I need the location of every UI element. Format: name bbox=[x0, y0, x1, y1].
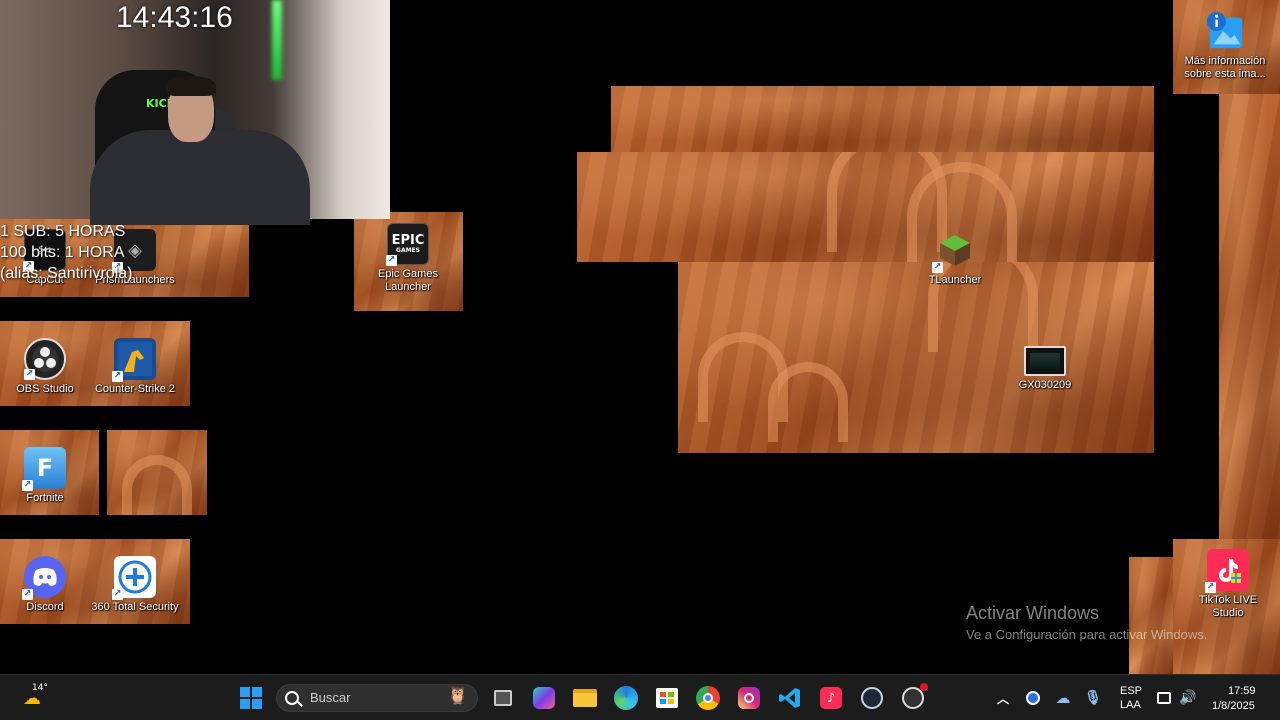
desktop-screen: KICK 14:43:16 ✂ ↗ CapCut ◈ ↗ PrismLauncher… bbox=[0, 0, 1280, 720]
search-highlight-icon: 🦉 bbox=[447, 686, 469, 706]
taskbar-store[interactable] bbox=[652, 683, 682, 713]
desktop-icon-fortnite[interactable]: F ↗ Fortnite bbox=[0, 437, 90, 517]
steam-icon bbox=[861, 687, 883, 709]
taskbar-m365[interactable] bbox=[529, 683, 559, 713]
shield-plus-icon: ↗ bbox=[112, 556, 156, 600]
tray-app-icon bbox=[1026, 691, 1040, 705]
obs-icon bbox=[902, 683, 928, 709]
taskbar-tiktok[interactable]: ♪ bbox=[816, 683, 846, 713]
wallpaper-patch-right-column bbox=[1219, 94, 1280, 539]
obs-icon: ↗ bbox=[24, 338, 66, 380]
desktop-icon-gx030209[interactable]: GX030209 bbox=[1000, 328, 1090, 408]
green-led-strip bbox=[272, 0, 282, 80]
desktop-icon-label: Más información sobre esta ima... bbox=[1184, 55, 1266, 80]
task-view-button[interactable] bbox=[488, 683, 518, 713]
task-view-icon bbox=[494, 690, 512, 706]
language-indicator[interactable]: ESP LAA bbox=[1114, 685, 1148, 713]
tray-overflow-button[interactable]: ︿ bbox=[991, 683, 1015, 713]
tray-app-1[interactable] bbox=[1021, 683, 1045, 713]
vscode-icon bbox=[779, 688, 800, 708]
epic-games-icon: EPIC GAMES ↗ bbox=[386, 223, 429, 266]
desktop-icon-label: OBS Studio bbox=[16, 383, 74, 395]
volume-button[interactable]: 🔊 bbox=[1176, 683, 1200, 713]
desktop-icon-label: TLauncher bbox=[928, 274, 982, 286]
language-layout: LAA bbox=[1120, 699, 1141, 711]
tray-microphone[interactable]: 🎙 bbox=[1081, 683, 1105, 713]
search-placeholder: Buscar bbox=[310, 690, 351, 705]
taskbar-steam[interactable] bbox=[857, 683, 887, 713]
taskbar-search[interactable]: Buscar 🦉 bbox=[276, 684, 478, 712]
desktop-icon-discord[interactable]: ↗ Discord bbox=[0, 546, 90, 626]
overlay-line: 1 SUB: 5 HORAS bbox=[0, 223, 126, 240]
tiktok-icon: ♪ bbox=[820, 687, 842, 709]
network-icon bbox=[1157, 692, 1171, 704]
desktop-icon-label: Epic Games Launcher bbox=[378, 268, 438, 293]
language-code: ESP bbox=[1120, 685, 1143, 697]
desktop-icon-tlauncher[interactable]: ↗ TLauncher bbox=[910, 219, 1000, 299]
wallpaper-patch-center-top bbox=[611, 86, 1154, 156]
cloud-icon: ☁ bbox=[1055, 689, 1071, 707]
desktop-icon-label: 360 Total Security bbox=[91, 601, 179, 613]
webcam-feed: KICK 14:43:16 bbox=[0, 0, 390, 225]
microphone-icon: 🎙 bbox=[1084, 690, 1102, 706]
taskbar-date: 1/8/2025 bbox=[1212, 700, 1255, 712]
clock-button[interactable]: 17:59 1/8/2025 bbox=[1206, 683, 1276, 713]
taskbar-time: 17:59 bbox=[1228, 685, 1256, 697]
m365-icon bbox=[533, 687, 555, 709]
tray-app-2[interactable]: ☁ bbox=[1051, 683, 1075, 713]
chevron-up-icon: ︿ bbox=[996, 691, 1009, 706]
counter-strike-icon: ↗ bbox=[112, 338, 156, 382]
video-file-icon bbox=[1024, 346, 1066, 376]
store-icon bbox=[656, 688, 678, 708]
network-button[interactable] bbox=[1152, 683, 1176, 713]
overlay-line: (alias: Santirivrola) bbox=[0, 265, 133, 282]
start-button[interactable] bbox=[236, 683, 266, 713]
desktop-icon-mas-informacion[interactable]: Más información sobre esta ima... bbox=[1180, 0, 1270, 80]
taskbar-chrome[interactable] bbox=[693, 683, 723, 713]
instagram-icon bbox=[738, 687, 760, 709]
tiktok-icon: ↗ bbox=[1205, 549, 1249, 593]
discord-icon: ↗ bbox=[22, 556, 66, 600]
folder-icon bbox=[573, 689, 597, 707]
streamer bbox=[90, 76, 310, 225]
recording-dot-icon bbox=[920, 683, 928, 691]
wallpaper-patch-small bbox=[107, 430, 207, 515]
desktop-icon-label: Discord bbox=[26, 601, 64, 613]
desktop-icon-label: GX030209 bbox=[1018, 379, 1072, 391]
desktop-icon-obs[interactable]: ↗ OBS Studio bbox=[0, 328, 90, 408]
stream-subathon-overlay: 1 SUB: 5 HORAS 100 bits: 1 HORA (alias: … bbox=[0, 221, 132, 284]
info-image-icon bbox=[1204, 10, 1246, 52]
taskbar-edge[interactable] bbox=[611, 683, 641, 713]
overlay-line: 100 bits: 1 HORA bbox=[0, 244, 125, 261]
taskbar-file-explorer[interactable] bbox=[570, 683, 600, 713]
windows-logo-icon bbox=[240, 687, 262, 709]
desktop-icon-epic-games[interactable]: EPIC GAMES ↗ Epic Games Launcher bbox=[363, 213, 453, 293]
wallpaper-patch-center-band bbox=[577, 152, 1154, 262]
search-icon bbox=[285, 691, 299, 705]
taskbar: ☁ 14° Buscar 🦉 ♪ ︿ ☁ 🎙 ESP LAA 🔊 17:59 1… bbox=[0, 674, 1280, 720]
stream-clock: 14:43:16 bbox=[116, 1, 233, 34]
desktop-icon-label: Fortnite bbox=[26, 492, 64, 504]
taskbar-vscode[interactable] bbox=[775, 683, 805, 713]
speaker-icon: 🔊 bbox=[1179, 690, 1197, 706]
chrome-icon bbox=[696, 686, 720, 710]
desktop-icon-360-total-security[interactable]: ↗ 360 Total Security bbox=[90, 546, 180, 626]
activate-windows-watermark: Activar Windows Ve a Configuración para … bbox=[966, 603, 1208, 642]
desktop-icon-counter-strike-2[interactable]: ↗ Counter-Strike 2 bbox=[90, 328, 180, 408]
weather-temp: 14° bbox=[32, 683, 48, 693]
desktop-icon-label: Counter-Strike 2 bbox=[94, 383, 176, 395]
weather-widget[interactable]: ☁ 14° bbox=[14, 683, 50, 713]
edge-icon bbox=[614, 686, 638, 710]
taskbar-obs[interactable] bbox=[898, 683, 928, 713]
taskbar-instagram[interactable] bbox=[734, 683, 764, 713]
grass-block-icon: ↗ bbox=[932, 229, 976, 273]
fortnite-icon: F ↗ bbox=[22, 447, 66, 491]
